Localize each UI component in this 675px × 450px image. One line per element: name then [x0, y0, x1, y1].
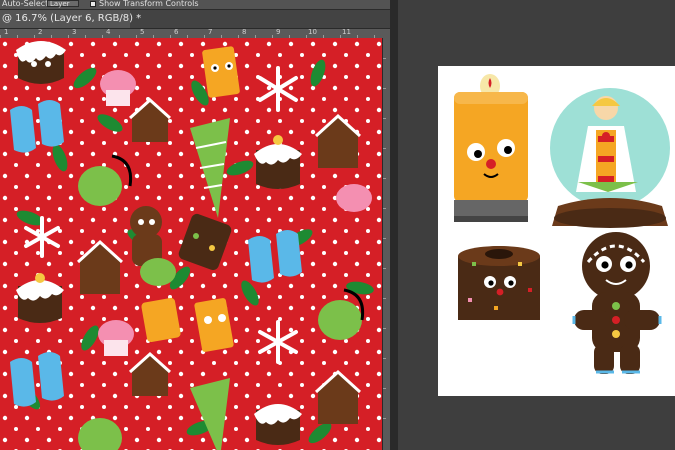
document-tab-bar: @ 16.7% (Layer 6, RGB/8) *	[0, 10, 390, 29]
ruler-label: 11	[342, 29, 351, 36]
gingerbread-man-icon	[130, 206, 162, 266]
ruler-label: 1	[4, 29, 9, 36]
ruler-label: 7	[208, 29, 213, 36]
reference-artboard	[438, 66, 675, 396]
candle-icon	[202, 46, 240, 98]
snow-globe-icon	[550, 88, 670, 228]
auto-select-dropdown[interactable]: Layer	[47, 0, 79, 8]
pudding-icon	[254, 404, 302, 445]
holiday-pattern-artwork	[0, 38, 382, 450]
pudding-icon	[16, 41, 66, 84]
show-transform-label: Show Transform Controls	[99, 0, 199, 8]
document-tab[interactable]: @ 16.7% (Layer 6, RGB/8) *	[0, 10, 141, 28]
fruitcake-icon	[458, 246, 540, 320]
teapot-icon	[140, 258, 176, 286]
ruler-label: 4	[106, 29, 111, 36]
cupcake-icon	[336, 184, 372, 212]
ruler-label: 6	[174, 29, 179, 36]
ruler-label: 9	[276, 29, 281, 36]
cupcake-icon	[141, 297, 181, 343]
show-transform-checkbox[interactable]	[90, 1, 96, 7]
reference-characters-artwork	[454, 74, 670, 374]
gingerbread-man-icon	[572, 232, 662, 374]
ruler-label: 8	[242, 29, 247, 36]
pattern-canvas[interactable]	[0, 38, 382, 450]
ruler-label: 3	[72, 29, 77, 36]
candle-icon	[454, 74, 528, 222]
ruler-label: 2	[38, 29, 43, 36]
panel-divider	[390, 0, 398, 450]
ruler-label: 5	[140, 29, 145, 36]
ruler-label: 10	[308, 29, 317, 36]
auto-select-label: Auto-Select:	[2, 0, 51, 8]
